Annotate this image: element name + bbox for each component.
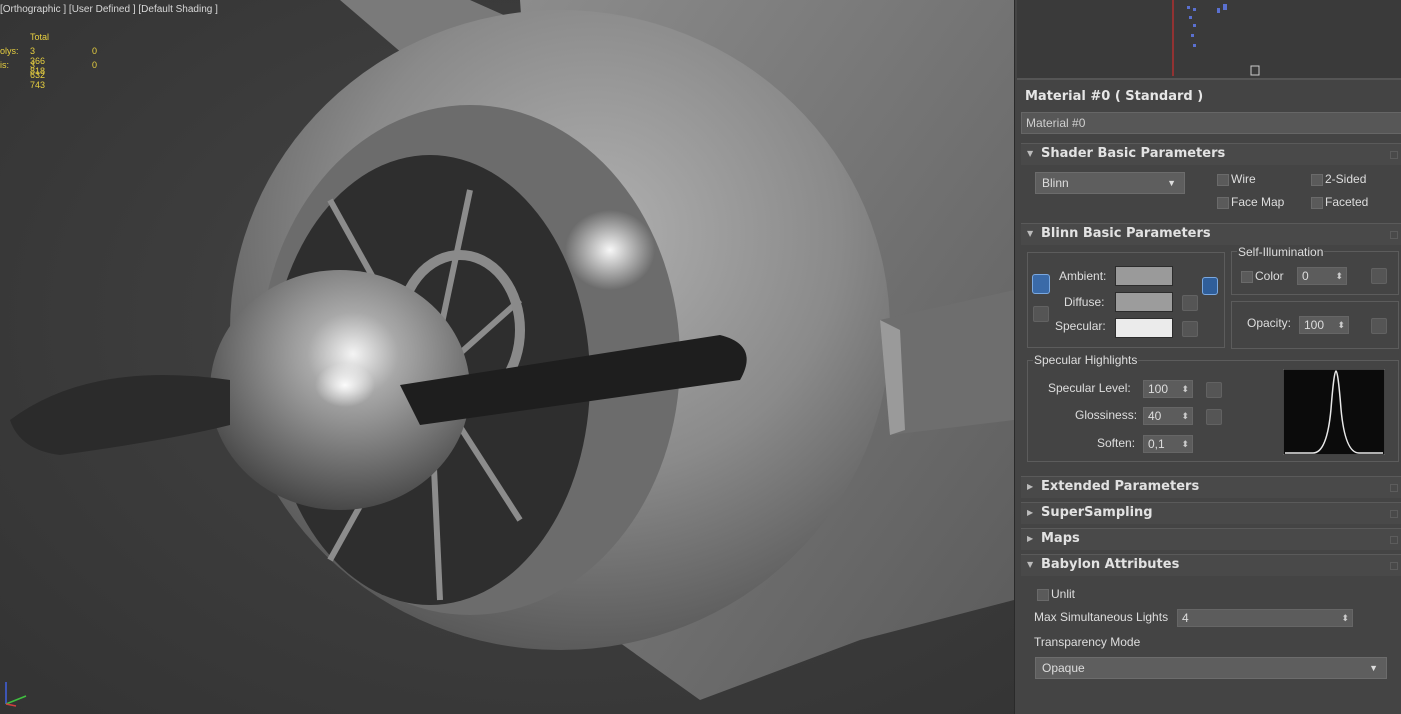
self-illum-color-checkbox[interactable] — [1241, 271, 1253, 283]
ambient-color-swatch[interactable] — [1115, 266, 1173, 286]
opacity-map-button[interactable] — [1371, 318, 1387, 334]
two-sided-label: 2-Sided — [1325, 172, 1367, 186]
spinner-arrows-icon: ⬍ — [1337, 320, 1345, 330]
chevron-down-icon: ▼ — [1369, 663, 1378, 673]
diffuse-map-button[interactable] — [1182, 295, 1198, 311]
rollout-title: Extended Parameters — [1041, 479, 1200, 494]
specular-level-spinner[interactable]: 100 ⬍ — [1143, 380, 1193, 398]
self-illum-value: 0 — [1302, 269, 1309, 283]
expand-triangle-icon: ▶ — [1027, 482, 1034, 491]
face-map-checkbox[interactable] — [1217, 197, 1229, 209]
opacity-value: 100 — [1304, 318, 1325, 332]
rollout-blinn-basic[interactable]: ▼ Blinn Basic Parameters — [1021, 223, 1401, 245]
wire-checkbox[interactable] — [1217, 174, 1229, 186]
shader-type-dropdown[interactable]: Blinn ▼ — [1035, 172, 1185, 194]
specular-highlights-label: Specular Highlights — [1033, 353, 1139, 367]
self-illum-spinner[interactable]: 0 ⬍ — [1297, 267, 1347, 285]
chevron-down-icon: ▼ — [1167, 178, 1176, 188]
diffuse-label: Diffuse: — [1064, 295, 1105, 309]
two-sided-checkbox[interactable] — [1311, 174, 1323, 186]
soften-value: 0,1 — [1148, 437, 1165, 451]
spinner-arrows-icon: ⬍ — [1181, 384, 1189, 394]
collapse-triangle-icon: ▼ — [1027, 560, 1034, 569]
airplane-render — [10, 0, 1014, 700]
collapse-triangle-icon: ▼ — [1027, 149, 1034, 158]
stats-tris-label: is: — [0, 60, 9, 70]
expand-triangle-icon: ▶ — [1027, 508, 1034, 517]
max-lights-spinner[interactable]: 4 ⬍ — [1177, 609, 1353, 627]
opacity-spinner[interactable]: 100 ⬍ — [1299, 316, 1349, 334]
stats-total-header: Total — [30, 32, 50, 42]
rollout-babylon-attributes[interactable]: ▼ Babylon Attributes — [1021, 554, 1401, 576]
rollout-grip-icon — [1390, 562, 1398, 570]
opacity-label: Opacity: — [1247, 316, 1292, 330]
soften-spinner[interactable]: 0,1 ⬍ — [1143, 435, 1193, 453]
specular-level-map-button[interactable] — [1206, 382, 1222, 398]
rollout-maps[interactable]: ▶ Maps — [1021, 528, 1401, 550]
lock-icon[interactable] — [1202, 277, 1218, 295]
rollout-title: Shader Basic Parameters — [1041, 146, 1226, 161]
rollout-extended-parameters[interactable]: ▶ Extended Parameters — [1021, 476, 1401, 498]
spinner-arrows-icon: ⬍ — [1335, 271, 1343, 281]
rollout-grip-icon — [1390, 536, 1398, 544]
faceted-label: Faceted — [1325, 195, 1369, 209]
specular-level-label: Specular Level: — [1048, 381, 1131, 395]
specular-level-value: 100 — [1148, 382, 1169, 396]
self-illum-color-label: Color — [1255, 269, 1284, 283]
rollout-grip-icon — [1390, 231, 1398, 239]
self-illumination-label: Self-Illumination — [1237, 245, 1325, 259]
material-editor-panel: Material #0 ( Standard ) Material #0 ▼ S… — [1014, 0, 1401, 714]
rollout-supersampling[interactable]: ▶ SuperSampling — [1021, 502, 1401, 524]
link-diffuse-specular-icon[interactable] — [1033, 306, 1049, 322]
specular-curve-graph — [1283, 369, 1385, 455]
soften-label: Soften: — [1097, 436, 1136, 450]
max-lights-label: Max Simultaneous Lights — [1034, 610, 1169, 624]
max-lights-value: 4 — [1182, 611, 1189, 625]
expand-triangle-icon: ▶ — [1027, 534, 1034, 543]
transparency-mode-dropdown[interactable]: Opaque ▼ — [1035, 657, 1387, 679]
glossiness-spinner[interactable]: 40 ⬍ — [1143, 407, 1193, 425]
viewport[interactable]: [Orthographic ] [User Defined ] [Default… — [0, 0, 1014, 714]
material-graph-view[interactable] — [1017, 0, 1401, 80]
spinner-arrows-icon: ⬍ — [1181, 411, 1189, 421]
wire-label: Wire — [1231, 172, 1256, 186]
stats-polys-label: olys: — [0, 46, 19, 56]
glossiness-map-button[interactable] — [1206, 409, 1222, 425]
transparency-mode-value: Opaque — [1042, 661, 1085, 675]
collapse-triangle-icon: ▼ — [1027, 229, 1034, 238]
link-ambient-diffuse-icon[interactable] — [1032, 274, 1050, 294]
shader-type-value: Blinn — [1042, 176, 1069, 190]
axis-gizmo-icon — [5, 682, 27, 707]
node-graph-icon — [1172, 0, 1260, 76]
rollout-grip-icon — [1390, 484, 1398, 492]
specular-map-button[interactable] — [1182, 321, 1198, 337]
rollout-title: Maps — [1041, 531, 1080, 546]
specular-label: Specular: — [1055, 319, 1106, 333]
rollout-grip-icon — [1390, 510, 1398, 518]
stats-tris-value: 3 632 743 — [30, 60, 46, 90]
material-name-field[interactable]: Material #0 — [1021, 112, 1401, 134]
specular-color-swatch[interactable] — [1115, 318, 1173, 338]
unlit-label: Unlit — [1051, 587, 1076, 601]
face-map-label: Face Map — [1231, 195, 1285, 209]
rollout-shader-basic[interactable]: ▼ Shader Basic Parameters — [1021, 143, 1401, 165]
self-illum-map-button[interactable] — [1371, 268, 1387, 284]
stats-polys-selected: 0 — [92, 46, 98, 56]
diffuse-color-swatch[interactable] — [1115, 292, 1173, 312]
rollout-grip-icon — [1390, 151, 1398, 159]
faceted-checkbox[interactable] — [1311, 197, 1323, 209]
rollout-title: Blinn Basic Parameters — [1041, 226, 1211, 241]
unlit-checkbox[interactable] — [1037, 589, 1049, 601]
material-title: Material #0 ( Standard ) — [1017, 86, 1401, 108]
rollout-title: Babylon Attributes — [1041, 557, 1180, 572]
stats-tris-selected: 0 — [92, 60, 98, 70]
viewport-label[interactable]: [Orthographic ] [User Defined ] [Default… — [0, 4, 218, 15]
ambient-label: Ambient: — [1059, 269, 1107, 283]
spinner-arrows-icon: ⬍ — [1341, 613, 1349, 623]
transparency-mode-label: Transparency Mode — [1034, 635, 1141, 649]
rollout-title: SuperSampling — [1041, 505, 1153, 520]
glossiness-value: 40 — [1148, 409, 1162, 423]
glossiness-label: Glossiness: — [1075, 408, 1138, 422]
spinner-arrows-icon: ⬍ — [1181, 439, 1189, 449]
